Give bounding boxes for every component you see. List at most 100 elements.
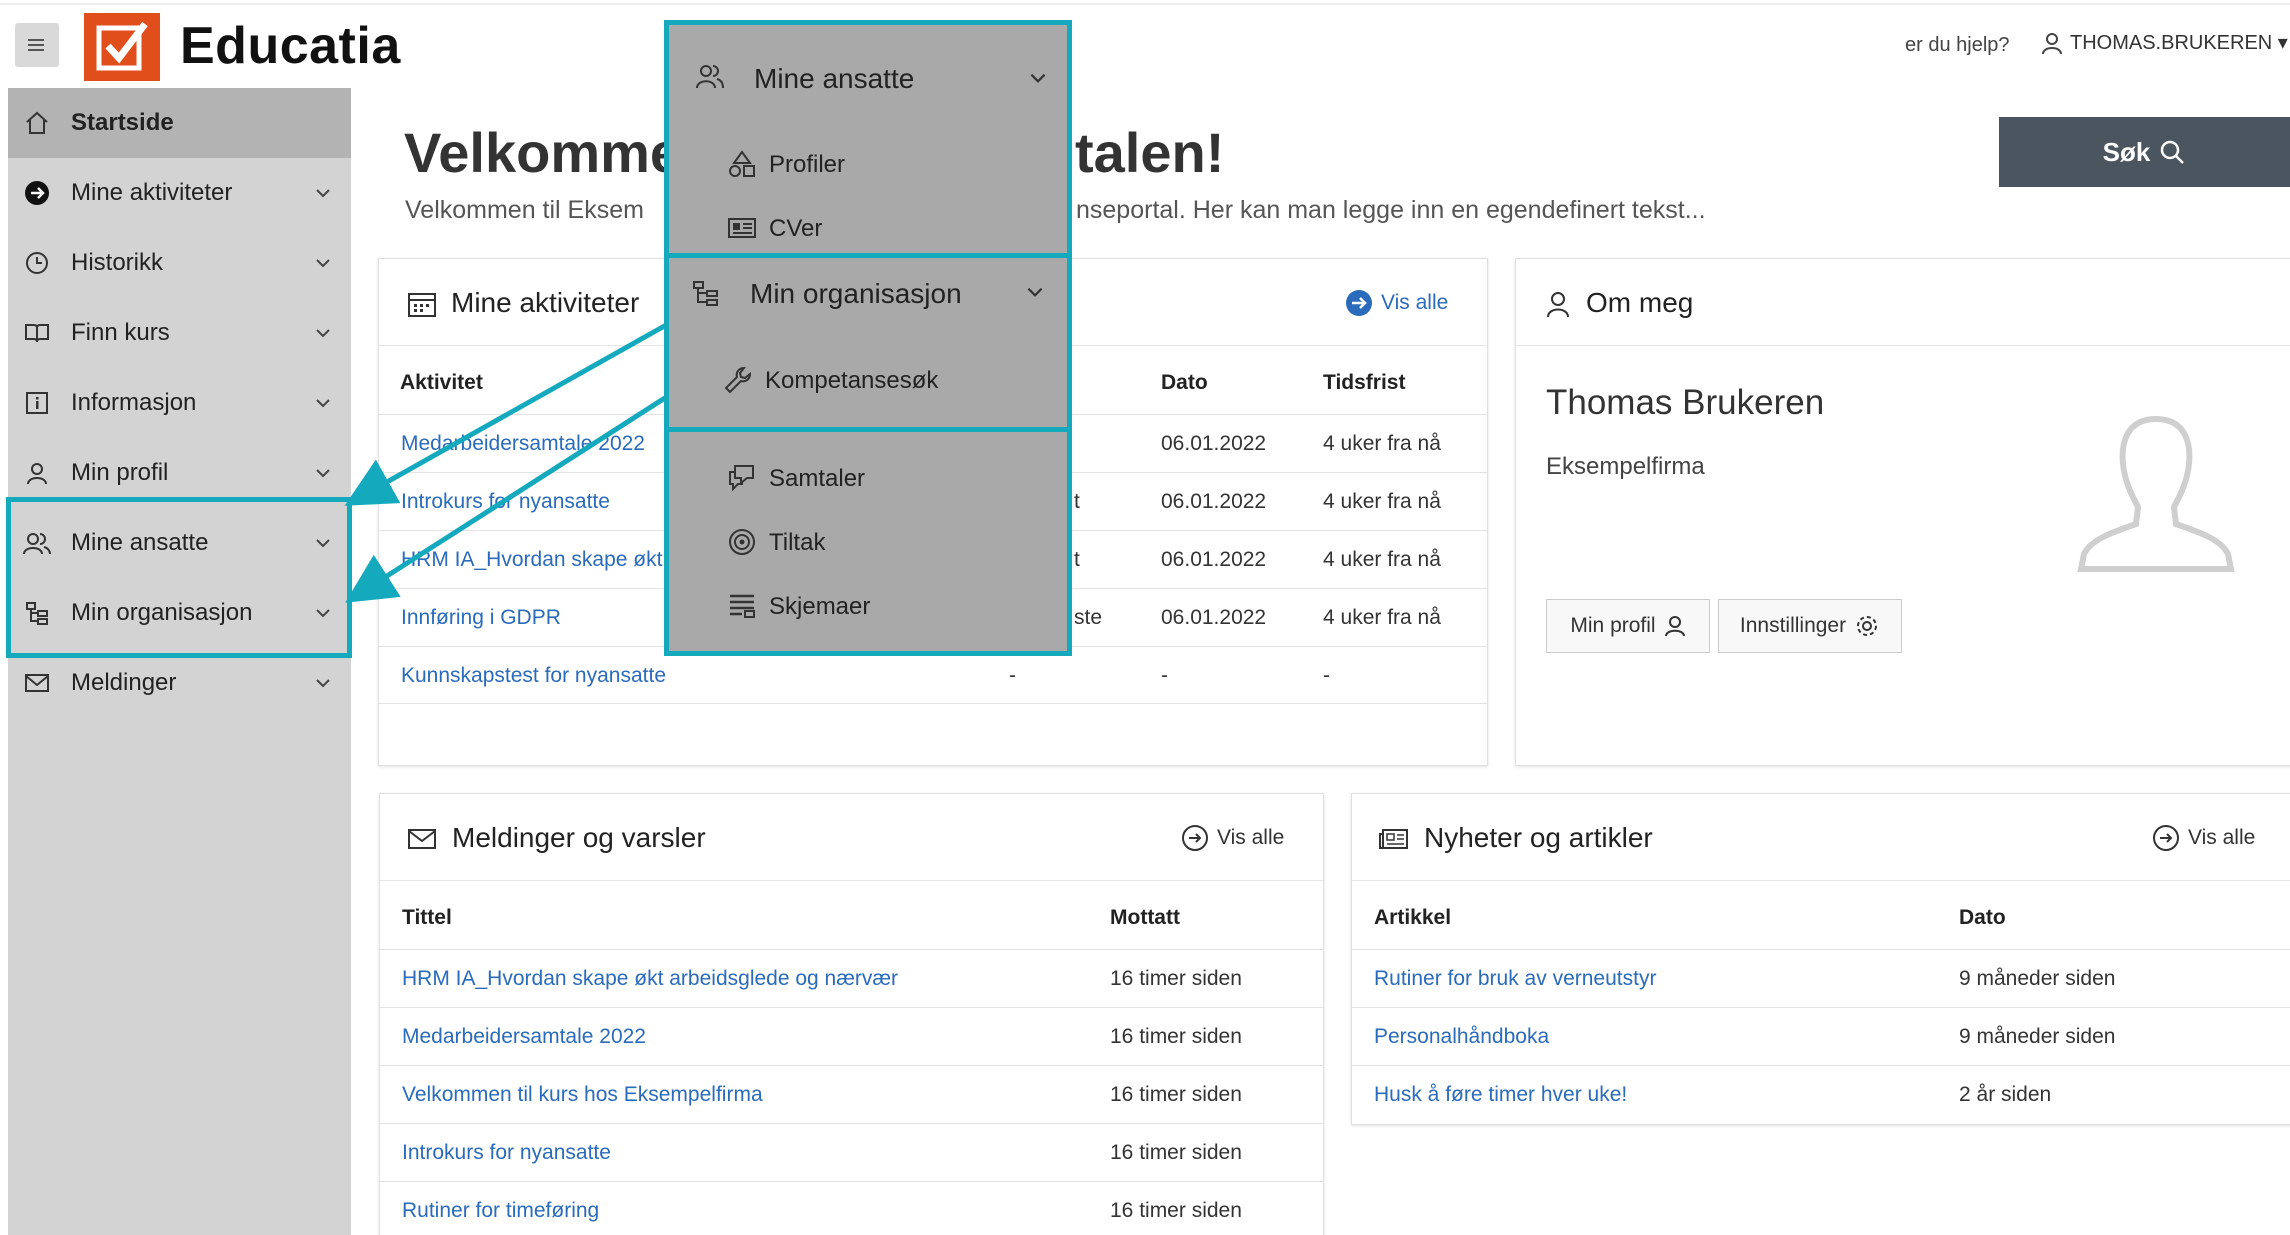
book-icon [22,318,52,348]
logo-mark[interactable] [84,13,160,81]
sidebar-highlight-box [6,497,352,658]
column-header[interactable]: Dato [1959,906,2006,930]
sidebar-item-startside[interactable]: Startside [8,88,351,158]
article-link[interactable]: Rutiner for bruk av verneutstyr [1374,967,1656,991]
profile-company: Eksempelfirma [1546,453,1705,480]
sidebar-item-mine-aktiviteter[interactable]: Mine aktiviteter [8,158,351,228]
help-link[interactable]: er du hjelp? [1905,34,2010,57]
arrow-circle-icon [1182,825,1208,851]
callout-item-skjemaer[interactable]: Skjemaer [769,593,870,621]
app: Educatia er du hjelp? THOMAS.BRUKEREN ▾ … [0,0,2290,1235]
message-link[interactable]: HRM IA_Hvordan skape økt arbeidsglede og… [402,967,898,991]
message-received: 16 timer siden [1110,1199,1242,1222]
card-header: Om meg [1516,259,2290,346]
sidebar-item-label: Finn kurs [71,319,170,346]
chevron-down-icon [316,189,330,198]
search-icon [2161,140,2185,164]
message-received: 16 timer siden [1110,967,1242,990]
hamburger-icon [28,39,44,51]
callout-item-cver[interactable]: CVer [769,215,822,243]
activity-date: - [1161,664,1168,687]
callout-mine-ansatte[interactable]: Mine ansatte [754,63,914,95]
id-card-icon [728,218,756,238]
brand-name[interactable]: Educatia [180,16,401,76]
activity-link[interactable]: Medarbeidersamtale 2022 [401,432,645,456]
activity-deadline: - [1323,664,1330,687]
message-link[interactable]: Introkurs for nyansatte [402,1141,611,1165]
callout-divider [669,253,1067,258]
message-link[interactable]: Velkommen til kurs hos Eksempelfirma [402,1083,763,1107]
user-menu[interactable]: THOMAS.BRUKEREN ▾ [2040,30,2288,55]
callout-item-profiler[interactable]: Profiler [769,151,845,179]
chat-bubbles-icon [729,465,754,492]
column-header[interactable]: Artikkel [1374,906,1451,930]
message-received: 16 timer siden [1110,1083,1242,1106]
column-header[interactable]: Tittel [402,906,452,930]
activity-deadline: 4 uker fra nå [1323,606,1441,629]
activity-link[interactable]: HRM IA_Hvordan skape økt [401,548,662,572]
callout-min-organisasjon[interactable]: Min organisasjon [750,278,962,310]
vis-alle-link[interactable]: Vis alle [1345,289,1448,317]
column-header[interactable]: Tidsfrist [1323,371,1405,395]
column-header[interactable]: Mottatt [1110,906,1180,930]
top-bar: Educatia er du hjelp? THOMAS.BRUKEREN ▾ [0,0,2290,86]
gear-icon [1857,616,1878,636]
search-button[interactable]: Søk [1999,117,2290,187]
vis-alle-link[interactable]: Vis alle [2152,824,2255,852]
activity-link[interactable]: Kunnskapstest for nyansatte [401,664,666,688]
sidebar-item-finn-kurs[interactable]: Finn kurs [8,298,351,368]
button-label: Innstillinger [1739,614,1847,637]
column-header[interactable]: Aktivitet [400,371,483,395]
message-link[interactable]: Medarbeidersamtale 2022 [402,1025,646,1049]
news-card: Nyheter og artikler Vis alle Artikkel Da… [1351,793,2290,1125]
table-row: Personalhåndboka 9 måneder siden [1352,1007,2290,1065]
page-subtitle: Velkommen til Eksem [405,196,644,224]
vis-alle-link[interactable]: Vis alle [1181,824,1284,852]
username: THOMAS.BRUKEREN ▾ [2070,32,2288,54]
innstillinger-button[interactable]: Innstillinger [1718,599,1902,653]
card-header: Nyheter og artikler Vis alle [1352,794,2290,881]
page-title: Velkomme [404,121,682,184]
sidebar-item-label: Meldinger [71,669,177,696]
activity-link[interactable]: Introkurs for nyansatte [401,490,610,514]
calendar-icon [408,293,436,317]
user-icon [1547,292,1569,318]
table-row: Rutiner for bruk av verneutstyr 9 månede… [1352,949,2290,1007]
sidebar: Startside Mine aktiviteter Historikk Fin… [8,88,351,1235]
sidebar-item-historikk[interactable]: Historikk [8,228,351,298]
target-icon [729,529,755,555]
top-divider [0,3,2290,5]
menu-toggle-button[interactable] [15,23,59,67]
sidebar-item-meldinger[interactable]: Meldinger [8,648,351,718]
message-received: 16 timer siden [1110,1141,1242,1164]
table-row: Introkurs for nyansatte 16 timer siden [380,1123,1323,1181]
menu-callout: Mine ansatte Profiler CVer Min organisas… [664,20,1072,656]
callout-item-samtaler[interactable]: Samtaler [769,465,865,493]
card-title: Meldinger og varsler [452,822,706,853]
chevron-down-icon [316,329,330,338]
article-link[interactable]: Husk å føre timer hver uke! [1374,1083,1627,1107]
column-header[interactable]: Dato [1161,371,1208,395]
about-card: Om meg Thomas Brukeren Eksempelfirma Min… [1515,258,2290,766]
callout-item-kompetansesok[interactable]: Kompetansesøk [765,367,938,395]
user-icon [22,458,52,488]
sidebar-item-informasjon[interactable]: Informasjon [8,368,351,438]
activity-link[interactable]: Innføring i GDPR [401,606,561,630]
vis-alle-label: Vis alle [2188,826,2256,849]
callout-item-tiltak[interactable]: Tiltak [769,529,825,557]
checkbox-logo-icon [96,21,148,71]
message-link[interactable]: Rutiner for timeføring [402,1199,599,1223]
profile-name: Thomas Brukeren [1546,383,1825,422]
activity-deadline: 4 uker fra nå [1323,432,1441,455]
sidebar-item-label: Informasjon [71,389,197,416]
chevron-down-icon [316,679,330,688]
min-profil-button[interactable]: Min profil [1546,599,1710,653]
activity-date: 06.01.2022 [1161,490,1267,513]
chevron-down-icon [1027,287,1043,297]
home-icon [22,108,52,138]
arrow-circle-icon [22,178,52,208]
button-label: Min profil [1570,614,1656,637]
chevron-down-icon [316,469,330,478]
search-label: Søk [2102,136,2151,167]
article-link[interactable]: Personalhåndboka [1374,1025,1549,1049]
